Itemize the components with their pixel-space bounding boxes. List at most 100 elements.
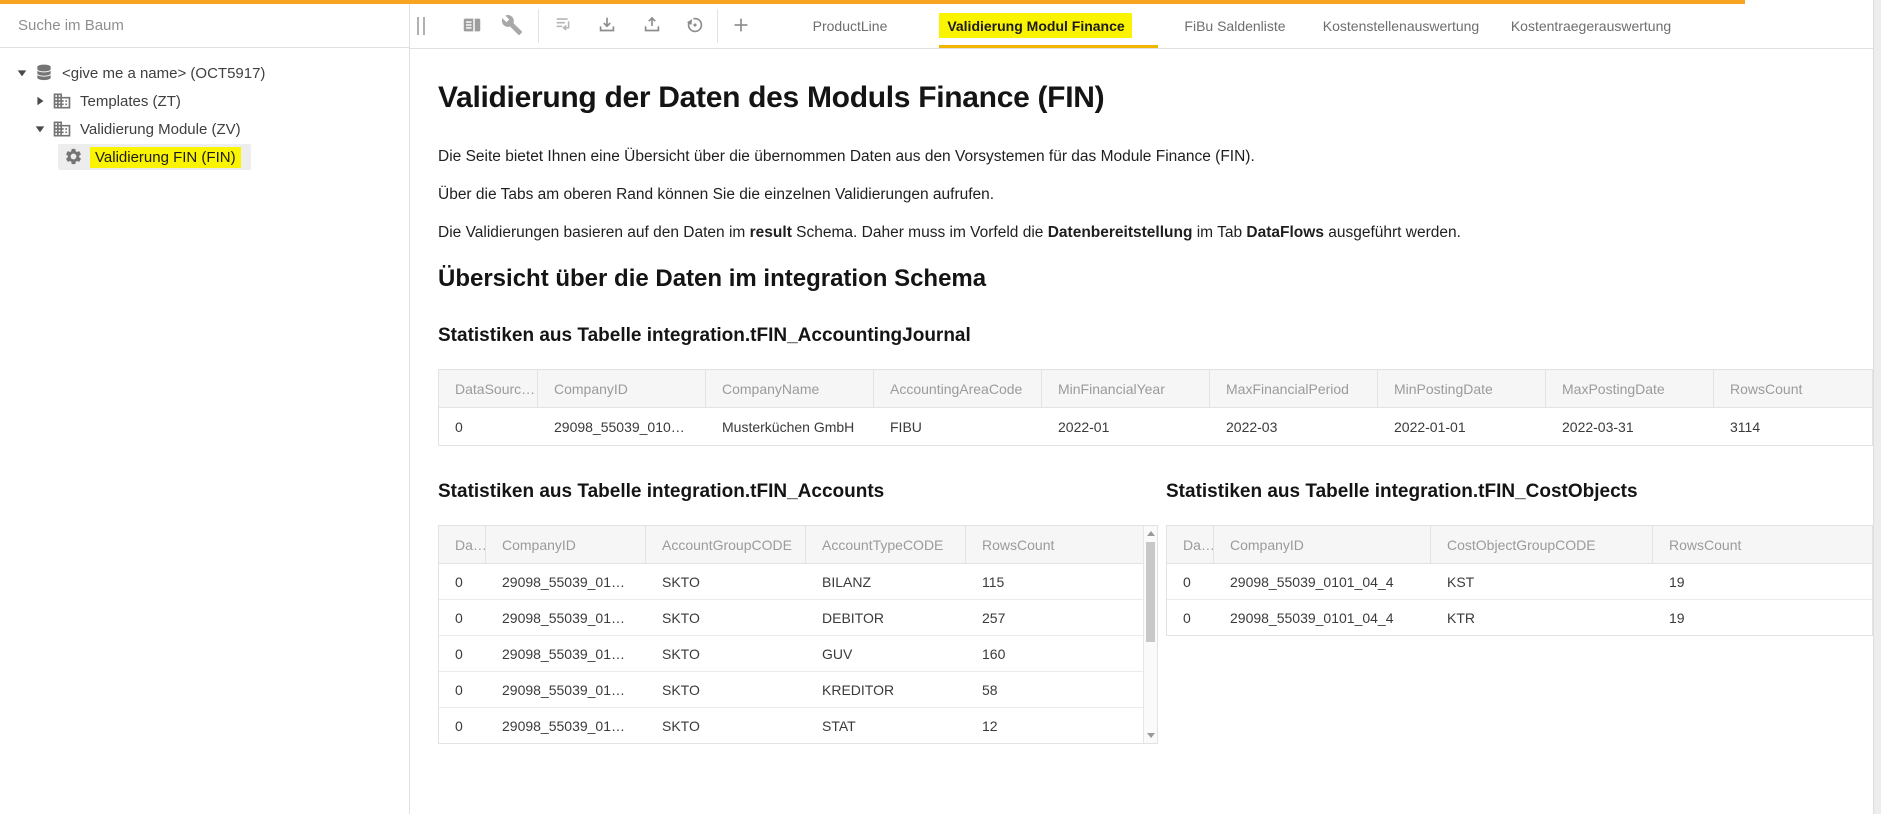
gear-icon [64, 147, 84, 167]
building-icon [52, 119, 72, 139]
scrollbar-down-arrow-icon[interactable] [1147, 733, 1155, 738]
table-cell: 0 [439, 682, 486, 698]
table-cell: 2022-03 [1210, 419, 1378, 435]
table-row: 0 29098_55039_0101_… SKTO GUV 160 [439, 635, 1143, 671]
table-cell: KST [1431, 574, 1653, 590]
loading-progress-bar [0, 0, 1745, 4]
cost-objects-table: Da… CompanyID CostObjectGroupCODE RowsCo… [1166, 525, 1873, 636]
table-cell: 29098_55039_0101_… [486, 718, 646, 734]
tree-item-validierung-fin[interactable]: Validierung FIN (FIN) [0, 143, 409, 171]
table-cell: 0 [439, 419, 538, 435]
upload-icon [641, 14, 663, 36]
database-icon [34, 63, 54, 83]
table-cell: 29098_55039_0101_… [486, 646, 646, 662]
main-content: Validierung der Daten des Moduls Finance… [410, 49, 1873, 814]
table-cell: 58 [966, 682, 1143, 698]
table-cell: 29098_55039_0101_0… [538, 419, 706, 435]
settings-wrench-button[interactable] [499, 12, 525, 38]
scrollbar-thumb[interactable] [1146, 542, 1155, 642]
table-cell: 0 [439, 574, 486, 590]
toolbar-divider [538, 9, 539, 43]
accounting-journal-table-title: Statistiken aus Tabelle integration.tFIN… [438, 325, 971, 347]
tree-item-label-highlighted: Validierung FIN (FIN) [90, 147, 241, 168]
tree-item-label: <give me a name> (OCT5917) [62, 65, 265, 82]
table-header-row: Da… CompanyID CostObjectGroupCODE RowsCo… [1167, 526, 1872, 564]
tree-item-templates[interactable]: Templates (ZT) [0, 87, 409, 115]
table-scrollbar[interactable] [1143, 526, 1157, 743]
download-icon [596, 14, 618, 36]
column-header: CompanyName [706, 370, 874, 407]
tree-search-row [0, 4, 409, 48]
table-cell: FIBU [874, 419, 1042, 435]
panel-toggle-icon [461, 14, 483, 36]
table-cell: 29098_55039_0101_… [486, 682, 646, 698]
scrollbar-up-arrow-icon[interactable] [1147, 531, 1155, 536]
wrench-icon [501, 14, 523, 36]
paragraph-segment: ausgeführt werden. [1324, 224, 1461, 241]
download-button[interactable] [594, 12, 620, 38]
table-header-row: DataSourc… CompanyID CompanyName Account… [439, 370, 1872, 408]
column-header: AccountingAreaCode [874, 370, 1042, 407]
table-cell: 257 [966, 610, 1143, 626]
tab-kostenstellenauswertung[interactable]: Kostenstellenauswertung [1323, 4, 1479, 47]
table-cell: 2022-03-31 [1546, 419, 1714, 435]
column-header: AccountGroupCODE [646, 526, 806, 563]
column-header: MaxPostingDate [1546, 370, 1714, 407]
caret-right-icon[interactable] [32, 95, 48, 107]
table-cell: GUV [806, 646, 966, 662]
panel-toggle-button[interactable] [459, 12, 485, 38]
table-cell: SKTO [646, 610, 806, 626]
selected-tree-item-pill: Validierung FIN (FIN) [58, 144, 251, 170]
tree-item-label: Validierung Module (ZV) [80, 121, 241, 138]
tree-item-label: Templates (ZT) [80, 93, 181, 110]
table-cell: KREDITOR [806, 682, 966, 698]
table-cell: 29098_55039_0101_… [486, 574, 646, 590]
table-header-row: Da… CompanyID AccountGroupCODE AccountTy… [439, 526, 1143, 564]
tab-productline[interactable]: ProductLine [813, 4, 888, 47]
intro-paragraph-2: Über die Tabs am oberen Rand können Sie … [438, 186, 994, 204]
paragraph-segment-bold: result [750, 224, 792, 241]
toolbar-and-tabbar: ProductLine Validierung Modul Finance Fi… [410, 4, 1881, 49]
sort-button[interactable] [551, 12, 577, 38]
accounts-table: Da… CompanyID AccountGroupCODE AccountTy… [438, 525, 1158, 744]
accounts-table-title: Statistiken aus Tabelle integration.tFIN… [438, 481, 884, 503]
page-title: Validierung der Daten des Moduls Finance… [438, 81, 1104, 115]
column-header: MinPostingDate [1378, 370, 1546, 407]
cost-objects-table-title: Statistiken aus Tabelle integration.tFIN… [1166, 481, 1638, 503]
tab-validierung-modul-finance[interactable]: Validierung Modul Finance [947, 4, 1124, 47]
table-cell: 0 [1167, 574, 1214, 590]
table-cell: 29098_55039_0101_… [486, 610, 646, 626]
table-row: 0 29098_55039_0101_0… Musterküchen GmbH … [439, 408, 1872, 445]
navigation-sidebar: <give me a name> (OCT5917) Templates (ZT… [0, 4, 410, 814]
table-cell: 160 [966, 646, 1143, 662]
intro-paragraph-1: Die Seite bietet Ihnen eine Übersicht üb… [438, 148, 1255, 166]
tree-item-root[interactable]: <give me a name> (OCT5917) [0, 59, 409, 87]
column-header: DataSourc… [439, 370, 538, 407]
add-tab-button[interactable] [728, 12, 754, 38]
table-cell: 115 [966, 574, 1143, 590]
tree-search-input[interactable] [0, 4, 409, 47]
column-header: Da… [1167, 526, 1214, 563]
column-header: CostObjectGroupCODE [1431, 526, 1653, 563]
caret-down-icon[interactable] [32, 123, 48, 135]
tree-item-validierung-module[interactable]: Validierung Module (ZV) [0, 115, 409, 143]
table-cell: SKTO [646, 718, 806, 734]
table-cell: STAT [806, 718, 966, 734]
paragraph-segment-bold: Datenbereitstellung [1048, 224, 1193, 241]
table-row: 0 29098_55039_0101_… SKTO DEBITOR 257 [439, 599, 1143, 635]
upload-button[interactable] [639, 12, 665, 38]
tab-kostentraegerauswertung[interactable]: Kostentraegerauswertung [1511, 4, 1671, 47]
intro-paragraph-3: Die Validierungen basieren auf den Daten… [438, 224, 1461, 242]
sidebar-splitter-handle[interactable] [417, 17, 425, 35]
table-cell: 29098_55039_0101_04_4 [1214, 574, 1431, 590]
page-scrollbar[interactable] [1873, 0, 1881, 814]
restore-button[interactable] [682, 12, 708, 38]
tab-fibu-saldenliste[interactable]: FiBu Saldenliste [1184, 4, 1285, 47]
accounting-journal-table: DataSourc… CompanyID CompanyName Account… [438, 369, 1873, 446]
paragraph-segment: Die Validierungen basieren auf den Daten… [438, 224, 750, 241]
column-header: AccountTypeCODE [806, 526, 966, 563]
navigation-tree: <give me a name> (OCT5917) Templates (ZT… [0, 59, 409, 171]
table-cell: 19 [1653, 574, 1872, 590]
caret-down-icon[interactable] [14, 67, 30, 79]
column-header: RowsCount [1653, 526, 1872, 563]
